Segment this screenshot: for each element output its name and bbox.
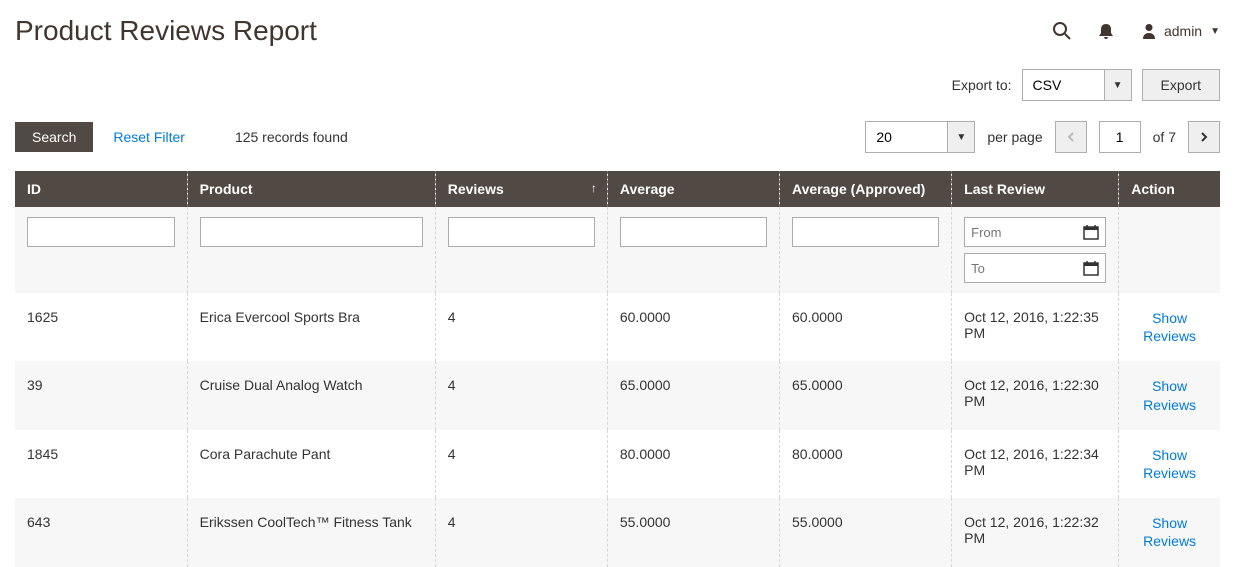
cell-avg-approved: 80.0000 — [780, 430, 952, 498]
bell-icon[interactable] — [1097, 22, 1115, 40]
cell-id: 1845 — [15, 430, 187, 498]
cell-reviews: 4 — [435, 430, 607, 498]
filter-average-input[interactable] — [620, 217, 767, 247]
cell-average: 65.0000 — [607, 361, 779, 429]
reviews-table: ID Product Reviews ↑ Average Average (App… — [15, 171, 1220, 567]
show-reviews-link[interactable]: Show Reviews — [1131, 377, 1208, 413]
calendar-icon[interactable] — [1080, 221, 1102, 243]
table-row[interactable]: 39 Cruise Dual Analog Watch 4 65.0000 65… — [15, 361, 1220, 429]
admin-user-menu[interactable]: admin ▼ — [1140, 22, 1220, 40]
cell-average: 60.0000 — [607, 293, 779, 361]
column-header-avg-approved[interactable]: Average (Approved) — [780, 171, 952, 207]
cell-last-review: Oct 12, 2016, 1:22:30 PM — [952, 361, 1119, 429]
user-icon — [1140, 22, 1158, 40]
next-page-button[interactable] — [1188, 121, 1220, 153]
cell-id: 39 — [15, 361, 187, 429]
page-number-input[interactable] — [1099, 121, 1141, 153]
cell-product: Cora Parachute Pant — [187, 430, 435, 498]
cell-reviews: 4 — [435, 498, 607, 566]
table-row[interactable]: 643 Erikssen CoolTech™ Fitness Tank 4 55… — [15, 498, 1220, 566]
cell-product: Cruise Dual Analog Watch — [187, 361, 435, 429]
cell-id: 643 — [15, 498, 187, 566]
search-button[interactable]: Search — [15, 122, 93, 152]
column-header-action: Action — [1119, 171, 1220, 207]
show-reviews-link[interactable]: Show Reviews — [1131, 309, 1208, 345]
chevron-right-icon — [1199, 132, 1209, 142]
filter-product-input[interactable] — [200, 217, 423, 247]
per-page-label: per page — [987, 129, 1042, 145]
calendar-icon[interactable] — [1080, 257, 1102, 279]
table-row[interactable]: 1625 Erica Evercool Sports Bra 4 60.0000… — [15, 293, 1220, 361]
cell-product: Erica Evercool Sports Bra — [187, 293, 435, 361]
table-row[interactable]: 1845 Cora Parachute Pant 4 80.0000 80.00… — [15, 430, 1220, 498]
cell-avg-approved: 55.0000 — [780, 498, 952, 566]
column-header-average[interactable]: Average — [607, 171, 779, 207]
column-header-last-review[interactable]: Last Review — [952, 171, 1119, 207]
export-button[interactable]: Export — [1142, 69, 1220, 101]
per-page-select[interactable]: 20 — [865, 121, 975, 153]
filter-reviews-input[interactable] — [448, 217, 595, 247]
show-reviews-link[interactable]: Show Reviews — [1131, 514, 1208, 550]
cell-average: 80.0000 — [607, 430, 779, 498]
page-title: Product Reviews Report — [15, 15, 317, 47]
cell-id: 1625 — [15, 293, 187, 361]
column-header-reviews-label: Reviews — [448, 181, 504, 197]
column-header-reviews[interactable]: Reviews ↑ — [435, 171, 607, 207]
cell-reviews: 4 — [435, 361, 607, 429]
cell-average: 55.0000 — [607, 498, 779, 566]
chevron-left-icon — [1066, 132, 1076, 142]
cell-last-review: Oct 12, 2016, 1:22:35 PM — [952, 293, 1119, 361]
column-header-id[interactable]: ID — [15, 171, 187, 207]
search-icon[interactable] — [1052, 21, 1072, 41]
export-to-label: Export to: — [952, 77, 1012, 93]
cell-reviews: 4 — [435, 293, 607, 361]
show-reviews-link[interactable]: Show Reviews — [1131, 446, 1208, 482]
cell-last-review: Oct 12, 2016, 1:22:34 PM — [952, 430, 1119, 498]
column-header-product[interactable]: Product — [187, 171, 435, 207]
reset-filter-link[interactable]: Reset Filter — [113, 129, 185, 145]
records-found-label: 125 records found — [235, 129, 348, 145]
export-format-select[interactable]: CSV — [1022, 69, 1132, 101]
cell-product: Erikssen CoolTech™ Fitness Tank — [187, 498, 435, 566]
cell-avg-approved: 65.0000 — [780, 361, 952, 429]
caret-down-icon: ▼ — [1210, 26, 1220, 37]
cell-last-review: Oct 12, 2016, 1:22:32 PM — [952, 498, 1119, 566]
of-pages-label: of 7 — [1153, 129, 1176, 145]
admin-user-label: admin — [1164, 23, 1202, 39]
prev-page-button[interactable] — [1055, 121, 1087, 153]
filter-id-input[interactable] — [27, 217, 175, 247]
filter-avg-approved-input[interactable] — [792, 217, 939, 247]
sort-ascending-icon: ↑ — [591, 181, 597, 195]
cell-avg-approved: 60.0000 — [780, 293, 952, 361]
